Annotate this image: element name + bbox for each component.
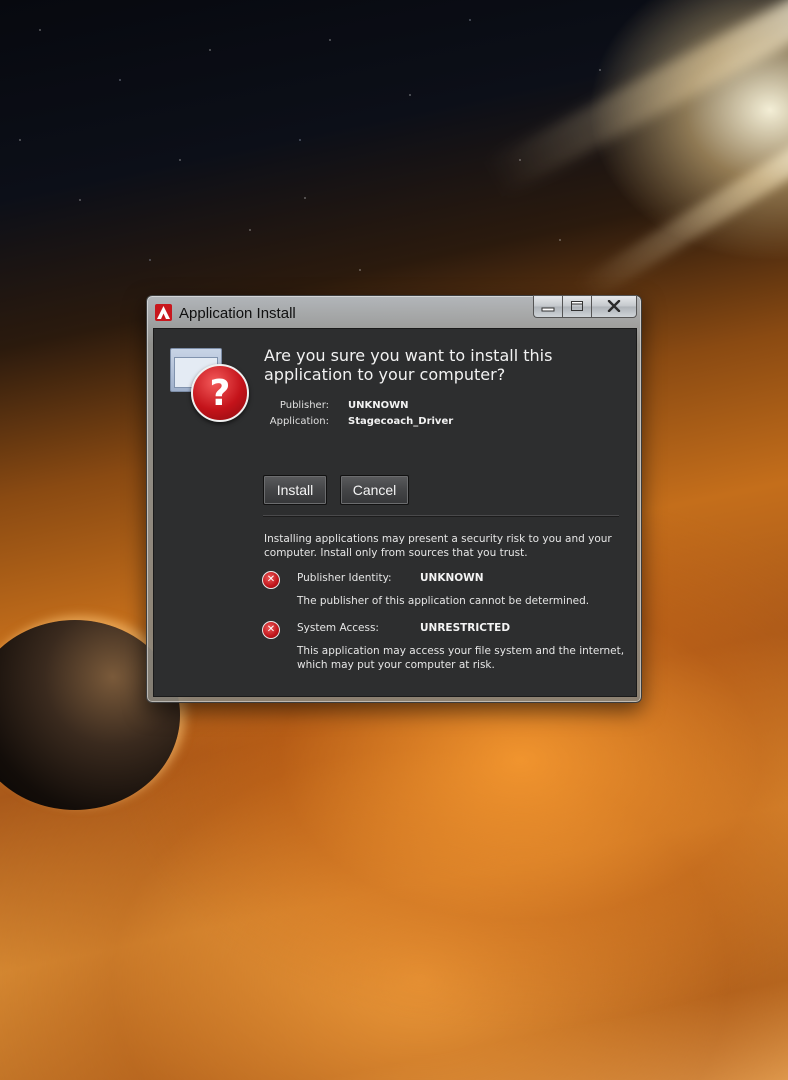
publisher-identity-description: The publisher of this application cannot… — [297, 595, 590, 607]
minimize-icon — [541, 297, 555, 316]
dialog-body: ? Are you sure you want to install this … — [153, 328, 637, 697]
window-controls — [533, 295, 637, 318]
system-access-value: UNRESTRICTED — [420, 622, 511, 634]
error-x-icon: ✕ — [262, 621, 280, 639]
publisher-identity-value: UNKNOWN — [420, 572, 484, 584]
error-x-icon: ✕ — [262, 571, 280, 589]
minimize-button[interactable] — [533, 295, 562, 318]
install-question-icon: ? — [170, 348, 254, 424]
publisher-label: Publisher: — [279, 400, 329, 411]
cancel-button[interactable]: Cancel — [340, 475, 409, 505]
application-install-window: Application Install ? Are you sure you w… — [146, 295, 642, 703]
application-label: Application: — [269, 416, 329, 427]
system-access-description: This application may access your file sy… — [297, 645, 625, 671]
close-button[interactable] — [591, 295, 637, 318]
system-access-label: System Access: — [297, 622, 379, 634]
maximize-icon — [570, 297, 584, 316]
question-mark-icon: ? — [191, 364, 249, 422]
application-value: Stagecoach_Driver — [348, 416, 454, 427]
desktop-starfield — [0, 0, 788, 320]
maximize-button[interactable] — [562, 295, 591, 318]
publisher-value: UNKNOWN — [348, 400, 409, 411]
security-warning-text: Installing applications may present a se… — [264, 533, 612, 559]
divider — [263, 515, 619, 517]
window-title: Application Install — [179, 305, 296, 322]
dialog-heading: Are you sure you want to install this ap… — [264, 346, 553, 384]
close-icon — [607, 298, 621, 316]
adobe-air-icon — [155, 304, 172, 321]
publisher-identity-label: Publisher Identity: — [297, 572, 392, 584]
title-bar[interactable]: Application Install — [147, 295, 641, 328]
install-button[interactable]: Install — [263, 475, 327, 505]
